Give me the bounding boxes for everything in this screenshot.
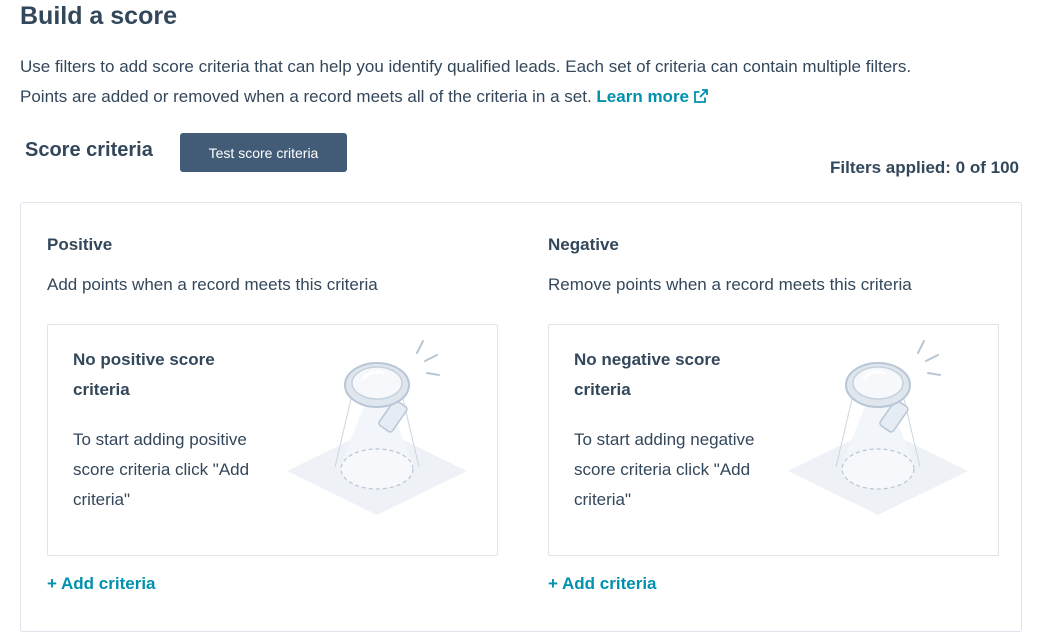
positive-empty-state: No positive score criteria To start addi… (47, 324, 498, 556)
positive-empty-text: To start adding positive score criteria … (73, 430, 250, 509)
negative-empty-text: To start adding negative score criteria … (574, 430, 755, 509)
intro-line-2-text: Points are added or removed when a recor… (20, 87, 592, 106)
learn-more-link[interactable]: Learn more (596, 87, 709, 106)
intro-line-1: Use filters to add score criteria that c… (20, 57, 912, 76)
page-title: Build a score (20, 2, 177, 30)
negative-description: Remove points when a record meets this c… (548, 275, 912, 294)
negative-empty-state: No negative score criteria To start addi… (548, 324, 999, 556)
score-criteria-title: Score criteria (25, 139, 153, 161)
intro-line-2: Points are added or removed when a recor… (20, 82, 1030, 112)
learn-more-label: Learn more (596, 87, 690, 106)
negative-heading: Negative (548, 235, 619, 254)
add-positive-criteria-link[interactable]: + Add criteria (47, 573, 156, 595)
intro-text: Use filters to add score criteria that c… (20, 52, 1030, 112)
magnifying-glass-illustration-icon (287, 340, 467, 515)
magnifying-glass-illustration-icon (788, 340, 968, 515)
positive-description: Add points when a record meets this crit… (47, 275, 378, 294)
positive-heading: Positive (47, 235, 113, 254)
positive-empty-title: No positive score criteria (73, 350, 215, 399)
score-criteria-card: Positive Add points when a record meets … (20, 202, 1022, 632)
filters-applied-count: Filters applied: 0 of 100 (830, 158, 1019, 177)
test-score-criteria-button[interactable]: Test score criteria (180, 133, 347, 172)
external-link-icon (694, 89, 708, 103)
negative-empty-title: No negative score criteria (574, 350, 721, 399)
add-negative-criteria-link[interactable]: + Add criteria (548, 573, 657, 595)
